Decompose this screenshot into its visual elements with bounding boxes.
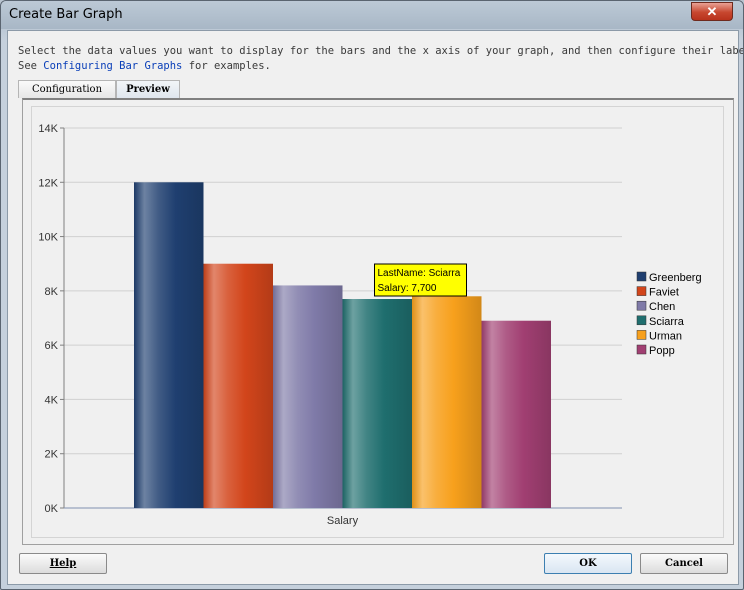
legend-swatch-faviet (636, 286, 647, 296)
x-category-label: Salary (327, 515, 359, 527)
y-tick-label: 2K (45, 449, 59, 461)
bar-chen[interactable] (273, 285, 343, 508)
y-tick-label: 4K (45, 394, 59, 406)
create-bar-graph-dialog: Create Bar Graph ✕ Select the data value… (0, 0, 744, 590)
instructions-suffix: for examples. (182, 60, 271, 72)
y-tick-label: 12K (38, 177, 58, 189)
legend-label-faviet: Faviet (649, 287, 679, 299)
instructions-prefix: See (18, 60, 44, 72)
bar-urman[interactable] (412, 296, 482, 508)
legend-label-sciarra: Sciarra (649, 316, 685, 328)
tooltip-line-2: Salary: 7,700 (378, 283, 437, 294)
bar-faviet[interactable] (203, 263, 274, 508)
tab-configuration[interactable]: Configuration (18, 80, 116, 98)
legend-swatch-chen (636, 300, 647, 311)
tab-preview[interactable]: Preview (116, 80, 180, 98)
y-tick-label: 10K (38, 232, 58, 244)
title-bar[interactable]: Create Bar Graph ✕ (1, 1, 743, 29)
y-tick-label: 8K (45, 286, 59, 298)
close-button[interactable]: ✕ (691, 2, 733, 21)
cancel-button[interactable]: Cancel (640, 553, 728, 574)
y-tick-label: 0K (45, 503, 59, 515)
instructions-text: Select the data values you want to displ… (18, 44, 744, 74)
legend-swatch-sciarra (636, 315, 647, 326)
legend-swatch-urman (636, 330, 647, 340)
help-button[interactable]: Help (19, 553, 107, 574)
configuring-bar-graphs-link[interactable]: Configuring Bar Graphs (43, 60, 182, 72)
legend-label-greenberg: Greenberg (649, 272, 702, 284)
bar-greenberg[interactable] (134, 182, 204, 508)
legend-label-chen: Chen (649, 301, 675, 313)
bar-popp[interactable] (481, 320, 552, 508)
instructions-line-1: Select the data values you want to displ… (18, 45, 744, 57)
legend-label-popp: Popp (649, 345, 675, 357)
ok-button[interactable]: OK (544, 553, 632, 574)
bar-sciarra[interactable] (342, 299, 413, 508)
window-title: Create Bar Graph (9, 7, 123, 22)
close-icon: ✕ (706, 4, 718, 19)
legend-label-urman: Urman (649, 330, 682, 342)
instructions-line-2: See Configuring Bar Graphs for examples. (18, 59, 733, 74)
legend-swatch-greenberg (636, 271, 647, 282)
dialog-body: Select the data values you want to displ… (7, 30, 744, 585)
preview-panel: 0K 2K 4K 6K 8K 10K 12K 14K Salary Greenberg Faviet… (22, 98, 734, 545)
y-tick-label: 6K (45, 340, 59, 352)
bar-chart: 0K 2K 4K 6K 8K 10K 12K 14K Salary Greenberg Faviet… (38, 123, 702, 527)
help-button-label: Help (49, 558, 77, 569)
chart-area: 0K 2K 4K 6K 8K 10K 12K 14K Salary Greenberg Faviet… (31, 106, 724, 538)
y-tick-label: 14K (38, 123, 58, 135)
legend-swatch-popp (636, 344, 647, 355)
tooltip-line-1: LastName: Sciarra (378, 268, 461, 279)
